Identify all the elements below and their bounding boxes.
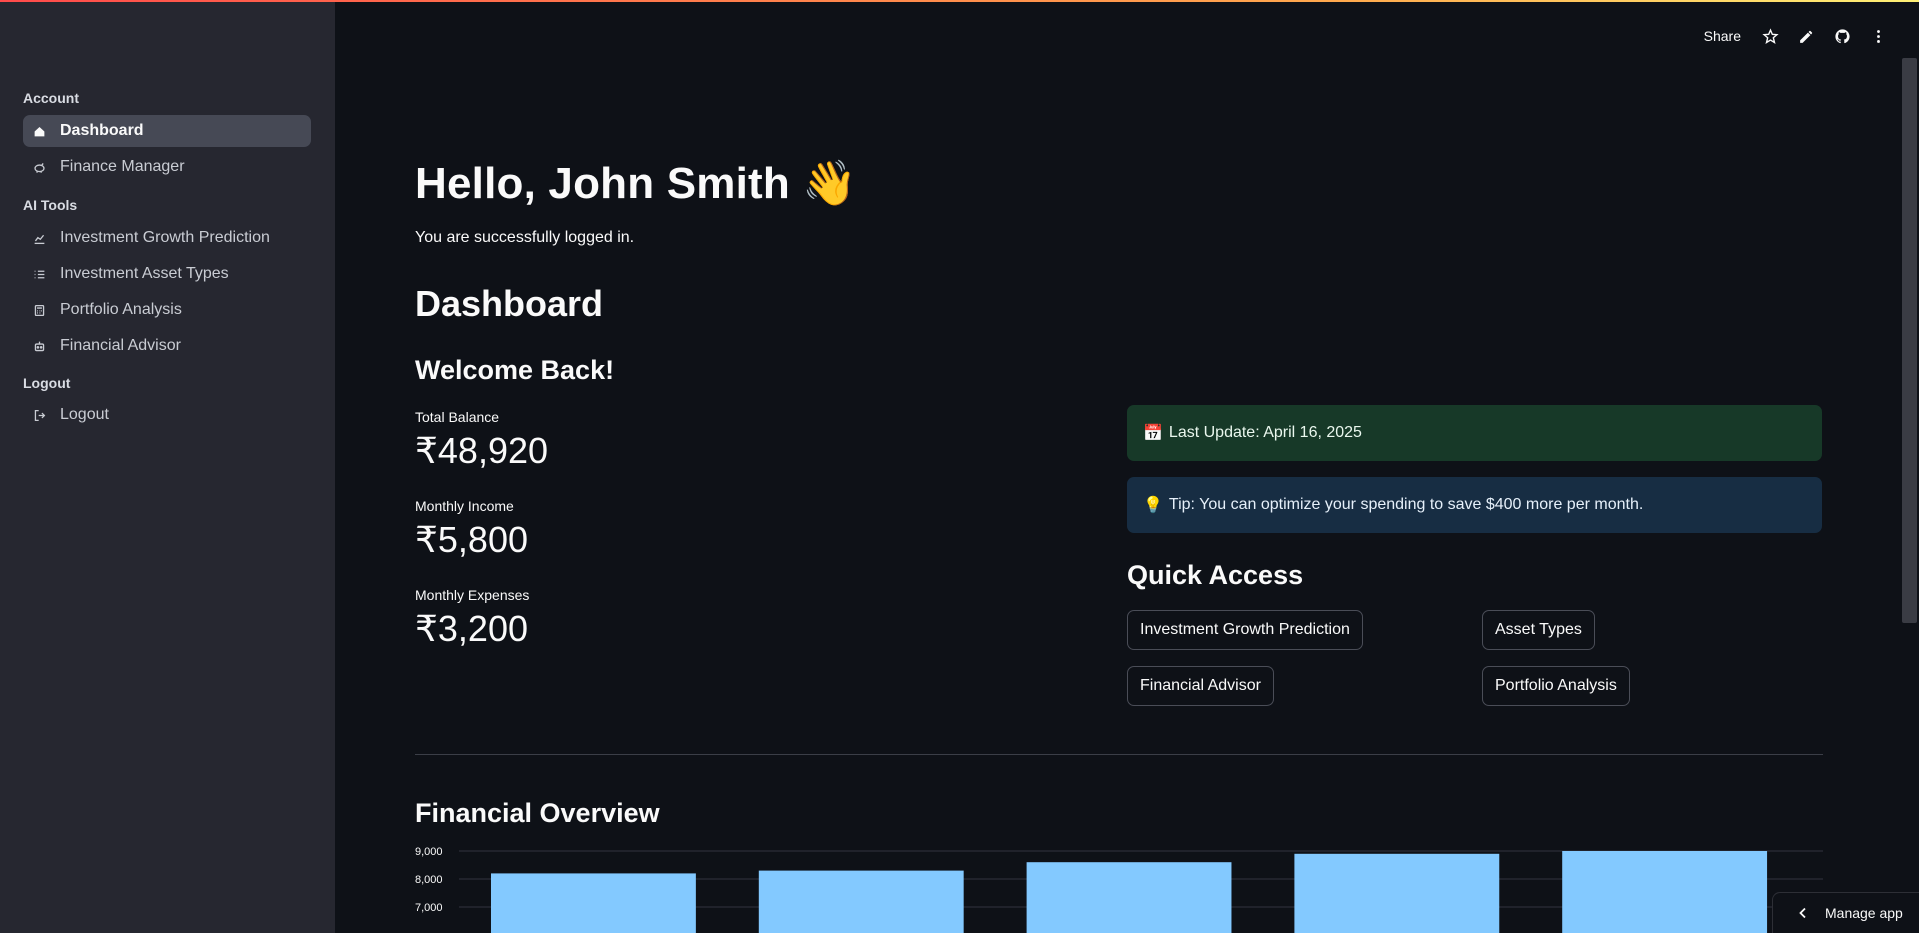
manage-app-label: Manage app — [1825, 905, 1903, 921]
nav-section-ai-tools: AI Tools — [23, 197, 78, 213]
sidebar-item-label: Portfolio Analysis — [60, 301, 182, 318]
lightbulb-icon: 💡 — [1143, 497, 1163, 514]
greeting-heading: Hello, John Smith 👋 — [415, 159, 858, 208]
robot-icon — [32, 340, 46, 353]
tip-alert: 💡 Tip: You can optimize your spending to… — [1127, 477, 1822, 533]
sidebar-item-label: Dashboard — [60, 122, 144, 139]
more-vertical-icon[interactable] — [1867, 24, 1889, 48]
portfolio-analysis-button[interactable]: Portfolio Analysis — [1482, 666, 1630, 706]
sidebar-item-finance-manager[interactable]: Finance Manager — [23, 151, 311, 183]
sidebar-item-financial-advisor[interactable]: Financial Advisor — [23, 330, 311, 362]
home-icon — [32, 125, 46, 138]
manage-app-button[interactable]: Manage app — [1772, 892, 1919, 933]
quick-access-heading: Quick Access — [1127, 560, 1304, 590]
sidebar-item-label: Investment Growth Prediction — [60, 229, 270, 246]
sidebar-item-portfolio-analysis[interactable]: Portfolio Analysis — [23, 294, 311, 326]
asset-types-button[interactable]: Asset Types — [1482, 610, 1595, 650]
sidebar-item-label: Finance Manager — [60, 158, 185, 175]
nav-section-logout: Logout — [23, 375, 71, 391]
last-update-alert: 📅 Last Update: April 16, 2025 — [1127, 405, 1822, 461]
piggy-bank-icon — [32, 161, 46, 174]
chart-bar-4[interactable] — [1294, 853, 1500, 933]
metric-value-total-balance: ₹48,920 — [415, 430, 549, 471]
metric-value-monthly-income: ₹5,800 — [415, 519, 528, 560]
investment-growth-prediction-button[interactable]: Investment Growth Prediction — [1127, 610, 1363, 650]
section-divider — [415, 754, 1823, 755]
y-tick-label: 7,000 — [415, 902, 443, 914]
welcome-heading: Welcome Back! — [415, 355, 615, 385]
chart-bar-5[interactable] — [1562, 851, 1768, 933]
sidebar-item-dashboard[interactable]: Dashboard — [23, 115, 311, 147]
list-icon — [32, 268, 46, 281]
calendar-icon: 📅 — [1143, 425, 1163, 442]
sidebar-item-label: Investment Asset Types — [60, 265, 229, 282]
financial-advisor-button[interactable]: Financial Advisor — [1127, 666, 1274, 706]
sidebar: Account Dashboard Finance Manager AI Too… — [0, 2, 335, 933]
scrollbar-thumb[interactable] — [1902, 58, 1917, 623]
sidebar-item-logout[interactable]: Logout — [23, 399, 311, 431]
metric-label-monthly-income: Monthly Income — [415, 498, 514, 514]
tip-text: Tip: You can optimize your spending to s… — [1168, 496, 1644, 513]
sidebar-item-investment-growth-prediction[interactable]: Investment Growth Prediction — [23, 222, 311, 254]
sidebar-item-label: Financial Advisor — [60, 337, 181, 354]
page-title: Dashboard — [415, 283, 604, 324]
metric-label-total-balance: Total Balance — [415, 409, 500, 425]
financial-overview-chart: 9,000 8,000 7,000 — [415, 846, 1823, 933]
financial-overview-heading: Financial Overview — [415, 798, 660, 828]
login-status-text: You are successfully logged in. — [415, 229, 635, 246]
chevron-left-icon — [1799, 907, 1806, 919]
chart-line-icon — [32, 232, 46, 245]
chart-bar-3[interactable] — [1026, 862, 1232, 933]
y-tick-label: 9,000 — [415, 846, 443, 858]
chart-bar-1[interactable] — [491, 873, 696, 933]
main-content: Hello, John Smith 👋 You are successfully… — [415, 0, 1823, 933]
metric-value-monthly-expenses: ₹3,200 — [415, 608, 528, 649]
sidebar-item-investment-asset-types[interactable]: Investment Asset Types — [23, 258, 311, 290]
sidebar-item-label: Logout — [60, 406, 109, 423]
metric-label-monthly-expenses: Monthly Expenses — [415, 587, 530, 603]
logout-icon — [32, 409, 46, 422]
github-icon[interactable] — [1831, 24, 1853, 48]
nav-section-account: Account — [23, 90, 79, 106]
calculator-icon — [32, 304, 46, 317]
chart-bar-2[interactable] — [758, 870, 964, 933]
y-tick-label: 8,000 — [415, 874, 443, 886]
last-update-text: Last Update: April 16, 2025 — [1168, 424, 1362, 441]
